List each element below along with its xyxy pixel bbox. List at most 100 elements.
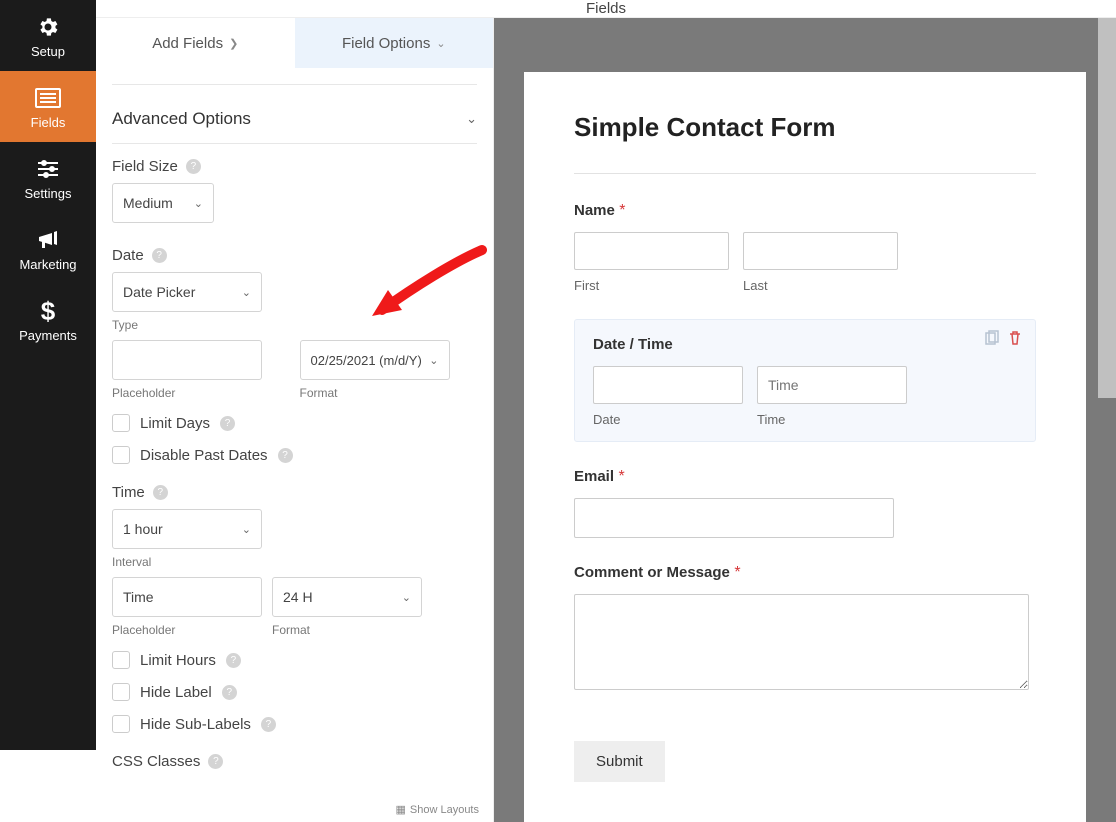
limit-hours-label: Limit Hours <box>140 652 216 669</box>
sliders-icon <box>36 156 60 182</box>
name-field[interactable]: Name * First Last <box>574 202 1036 293</box>
time-placeholder-sublabel: Placeholder <box>112 623 262 637</box>
date-format-select[interactable]: 02/25/2021 (m/d/Y) ⌄ <box>300 340 450 380</box>
time-placeholder-input[interactable] <box>112 577 262 617</box>
advanced-options-header[interactable]: Advanced Options ⌄ <box>112 91 477 143</box>
options-panel: Add Fields ❯ Field Options ⌄ Advanced Op… <box>96 18 494 822</box>
form-preview-area: Simple Contact Form Name * First <box>494 18 1116 822</box>
email-field[interactable]: Email * <box>574 468 1036 538</box>
help-icon[interactable]: ? <box>220 416 235 431</box>
hide-sublabels-label: Hide Sub-Labels <box>140 716 251 733</box>
limit-days-label: Limit Days <box>140 415 210 432</box>
gear-icon <box>36 14 60 40</box>
section-title: Advanced Options <box>112 109 251 129</box>
hide-sublabels-checkbox[interactable] <box>112 715 130 733</box>
nav-item-setup[interactable]: Setup <box>0 0 96 71</box>
chevron-down-icon: ⌄ <box>402 591 411 604</box>
topbar: Fields <box>96 0 1116 18</box>
name-label: Name <box>574 202 615 219</box>
chevron-down-icon: ⌄ <box>242 523 251 536</box>
email-input[interactable] <box>574 498 894 538</box>
help-icon[interactable]: ? <box>186 159 201 174</box>
chevron-down-icon: ⌄ <box>429 354 438 367</box>
scrollbar[interactable] <box>1098 18 1116 398</box>
nav-item-marketing[interactable]: Marketing <box>0 213 96 284</box>
nav-item-payments[interactable]: $ Payments <box>0 284 96 355</box>
select-value: Medium <box>123 195 173 211</box>
nav-item-settings[interactable]: Settings <box>0 142 96 213</box>
nav-label: Setup <box>31 44 65 59</box>
first-sublabel: First <box>574 278 729 293</box>
form-card: Simple Contact Form Name * First <box>524 72 1086 822</box>
date-input[interactable] <box>593 366 743 404</box>
delete-icon[interactable] <box>1007 330 1023 351</box>
help-icon[interactable]: ? <box>153 485 168 500</box>
select-value: Date Picker <box>123 284 195 300</box>
bullhorn-icon <box>36 227 60 253</box>
select-value: 1 hour <box>123 521 163 537</box>
help-icon[interactable]: ? <box>226 653 241 668</box>
chevron-down-icon: ⌄ <box>242 286 251 299</box>
chevron-down-icon: ⌄ <box>194 197 203 210</box>
limit-days-checkbox[interactable] <box>112 414 130 432</box>
field-size-select[interactable]: Medium ⌄ <box>112 183 214 223</box>
time-input[interactable] <box>757 366 907 404</box>
nav-label: Settings <box>25 186 72 201</box>
chevron-down-icon: ⌄ <box>466 111 477 127</box>
date-placeholder-input[interactable] <box>112 340 262 380</box>
dollar-icon: $ <box>41 298 55 324</box>
time-interval-select[interactable]: 1 hour ⌄ <box>112 509 262 549</box>
last-name-input[interactable] <box>743 232 898 270</box>
duplicate-icon[interactable] <box>983 330 999 351</box>
form-title: Simple Contact Form <box>574 112 1036 143</box>
help-icon[interactable]: ? <box>222 685 237 700</box>
help-icon[interactable]: ? <box>208 754 223 769</box>
date-format-sublabel: Format <box>300 386 478 400</box>
show-layouts-button[interactable]: ▦ Show Layouts <box>395 803 479 816</box>
tab-label: Add Fields <box>152 35 223 52</box>
comment-field[interactable]: Comment or Message * <box>574 564 1036 695</box>
nav-label: Marketing <box>19 257 76 272</box>
css-classes-label: CSS Classes <box>112 753 200 770</box>
limit-hours-checkbox[interactable] <box>112 651 130 669</box>
date-placeholder-sublabel: Placeholder <box>112 386 290 400</box>
datetime-field-selected[interactable]: Date / Time Date Time <box>574 319 1036 442</box>
date-sublabel: Date <box>593 412 743 427</box>
chevron-down-icon: ⌄ <box>436 37 445 50</box>
grid-icon: ▦ <box>395 803 405 816</box>
help-icon[interactable]: ? <box>261 717 276 732</box>
date-label: Date <box>112 247 144 264</box>
datetime-label: Date / Time <box>593 336 673 353</box>
time-label: Time <box>112 484 145 501</box>
nav-label: Payments <box>19 328 77 343</box>
left-nav: Setup Fields Settings Marketing $ Paymen… <box>0 0 96 750</box>
page-title: Fields <box>586 0 626 17</box>
first-name-input[interactable] <box>574 232 729 270</box>
date-type-select[interactable]: Date Picker ⌄ <box>112 272 262 312</box>
required-asterisk: * <box>615 202 626 219</box>
email-label: Email <box>574 468 614 485</box>
select-value: 02/25/2021 (m/d/Y) <box>311 353 422 368</box>
time-sublabel: Time <box>757 412 907 427</box>
tab-label: Field Options <box>342 35 430 52</box>
time-format-sublabel: Format <box>272 623 422 637</box>
tab-field-options[interactable]: Field Options ⌄ <box>295 18 494 68</box>
comment-label: Comment or Message <box>574 564 730 581</box>
required-asterisk: * <box>614 468 625 485</box>
help-icon[interactable]: ? <box>278 448 293 463</box>
field-size-label: Field Size <box>112 158 178 175</box>
disable-past-dates-checkbox[interactable] <box>112 446 130 464</box>
show-layouts-label: Show Layouts <box>410 804 479 816</box>
hide-label-label: Hide Label <box>140 684 212 701</box>
time-format-select[interactable]: 24 H ⌄ <box>272 577 422 617</box>
help-icon[interactable]: ? <box>152 248 167 263</box>
nav-item-fields[interactable]: Fields <box>0 71 96 142</box>
submit-button[interactable]: Submit <box>574 741 665 782</box>
hide-label-checkbox[interactable] <box>112 683 130 701</box>
comment-textarea[interactable] <box>574 594 1029 690</box>
tab-add-fields[interactable]: Add Fields ❯ <box>96 18 295 68</box>
list-icon <box>35 85 61 111</box>
chevron-right-icon: ❯ <box>229 37 238 50</box>
nav-label: Fields <box>31 115 66 130</box>
select-value: 24 H <box>283 589 313 605</box>
